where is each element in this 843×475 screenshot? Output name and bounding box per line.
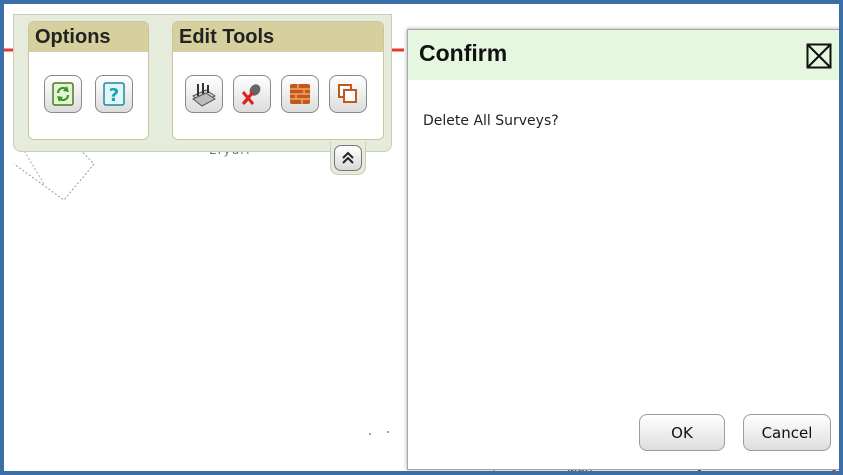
copy-shape-icon [338, 84, 357, 103]
dialog-message: Delete All Surveys? [423, 113, 559, 129]
copy-shape-button[interactable] [329, 75, 367, 113]
options-group-title: Options [29, 22, 148, 52]
wall-layer-button[interactable] [281, 75, 319, 113]
svg-text:?: ? [109, 85, 119, 106]
edit-tools-group: Edit Tools [172, 21, 384, 140]
app-frame: Eryuri Matt Options ? [0, 0, 843, 475]
options-group: Options ? [28, 21, 149, 140]
dialog-header: Confirm [408, 30, 839, 80]
cancel-button[interactable]: Cancel [743, 414, 831, 451]
help-icon: ? [103, 82, 125, 106]
close-icon[interactable] [806, 43, 832, 69]
help-button[interactable]: ? [95, 75, 133, 113]
toolbar-panel: Options ? Edit Tools [13, 14, 392, 152]
confirm-dialog: Confirm Delete All Surveys? OK Cancel [407, 29, 839, 470]
survey-edit-button[interactable] [185, 75, 223, 113]
options-icon-row: ? [44, 75, 146, 113]
double-chevron-up-icon [342, 151, 354, 164]
edit-tools-group-title: Edit Tools [173, 22, 383, 52]
dialog-title: Confirm [419, 40, 508, 66]
refresh-icon [52, 82, 74, 106]
edit-tools-icon-row [185, 75, 377, 113]
delete-point-icon [241, 84, 261, 105]
ok-button[interactable]: OK [639, 414, 725, 451]
collapse-toolbar-tab [330, 142, 366, 175]
delete-point-button[interactable] [233, 75, 271, 113]
map-dot [387, 431, 389, 433]
map-dot [369, 433, 371, 435]
refresh-button[interactable] [44, 75, 82, 113]
wall-layer-icon [290, 84, 310, 104]
collapse-toolbar-button[interactable] [334, 145, 362, 171]
survey-edit-icon [192, 83, 216, 107]
